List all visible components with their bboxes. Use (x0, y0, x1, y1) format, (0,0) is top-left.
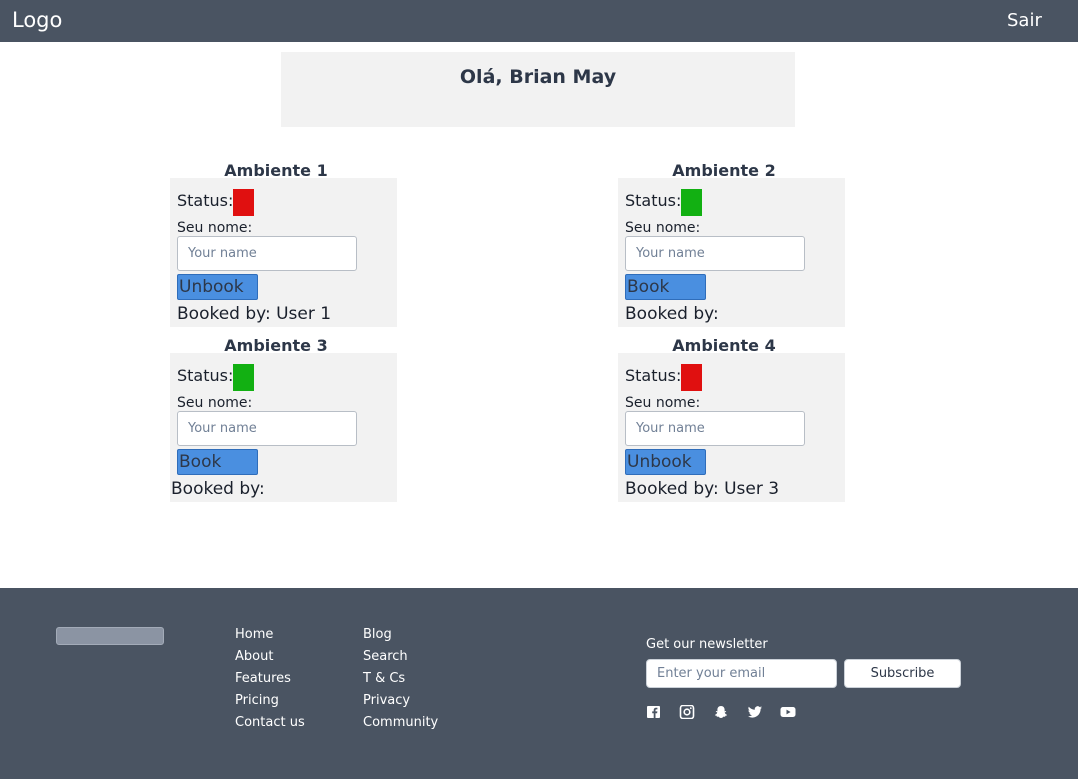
footer-logo-placeholder (56, 627, 164, 645)
room-4-card: Status: Seu nome: Unbook Booked by: User… (618, 353, 845, 502)
footer-links-col-2: Blog Search T & Cs Privacy Community (363, 627, 438, 737)
instagram-icon[interactable] (679, 704, 695, 720)
footer-link-pricing[interactable]: Pricing (235, 693, 305, 715)
name-input[interactable] (625, 411, 805, 446)
status-label: Status: (177, 366, 234, 385)
subscribe-button[interactable]: Subscribe (844, 659, 961, 688)
footer-link-about[interactable]: About (235, 649, 305, 671)
newsletter-label: Get our newsletter (646, 637, 768, 652)
footer-link-search[interactable]: Search (363, 649, 438, 671)
footer-link-contact[interactable]: Contact us (235, 715, 305, 737)
room-2-card: Status: Seu nome: Book Booked by: (618, 178, 845, 327)
footer-link-blog[interactable]: Blog (363, 627, 438, 649)
room-3-card: Status: Seu nome: Book Booked by: (170, 353, 397, 502)
name-label: Seu nome: (625, 395, 701, 411)
status-indicator (681, 364, 702, 391)
name-input[interactable] (177, 411, 357, 446)
snapchat-icon[interactable] (713, 704, 729, 718)
newsletter-email-input[interactable] (646, 659, 837, 688)
top-navbar: Logo Sair (0, 0, 1078, 42)
name-input[interactable] (177, 236, 357, 271)
facebook-icon[interactable] (646, 704, 662, 718)
name-label: Seu nome: (177, 395, 253, 411)
footer-link-features[interactable]: Features (235, 671, 305, 693)
logout-link[interactable]: Sair (1007, 10, 1042, 31)
greeting-text: Olá, Brian May (459, 66, 617, 88)
room-1-card: Status: Seu nome: Unbook Booked by: User… (170, 178, 397, 327)
status-indicator (233, 364, 254, 391)
booked-by-text: Booked by: User 1 (177, 304, 332, 324)
status-label: Status: (625, 366, 682, 385)
greeting-panel: Olá, Brian May (281, 52, 795, 127)
status-label: Status: (625, 191, 682, 210)
book-button[interactable]: Book (177, 449, 258, 475)
status-indicator (681, 189, 702, 216)
footer-link-community[interactable]: Community (363, 715, 438, 737)
footer-links-col-1: Home About Features Pricing Contact us (235, 627, 305, 737)
status-label: Status: (177, 191, 234, 210)
name-input[interactable] (625, 236, 805, 271)
status-indicator (233, 189, 254, 216)
book-button[interactable]: Book (625, 274, 706, 300)
booked-by-text: Booked by: User 3 (625, 479, 780, 499)
footer-link-home[interactable]: Home (235, 627, 305, 649)
footer: Home About Features Pricing Contact us B… (0, 588, 1078, 779)
logo[interactable]: Logo (12, 8, 62, 32)
footer-link-terms[interactable]: T & Cs (363, 671, 438, 693)
youtube-icon[interactable] (780, 704, 796, 718)
twitter-icon[interactable] (747, 704, 763, 718)
booked-by-text: Booked by: (625, 304, 719, 324)
unbook-button[interactable]: Unbook (625, 449, 706, 475)
name-label: Seu nome: (177, 220, 253, 236)
unbook-button[interactable]: Unbook (177, 274, 258, 300)
name-label: Seu nome: (625, 220, 701, 236)
footer-link-privacy[interactable]: Privacy (363, 693, 438, 715)
booked-by-text: Booked by: (171, 479, 265, 499)
